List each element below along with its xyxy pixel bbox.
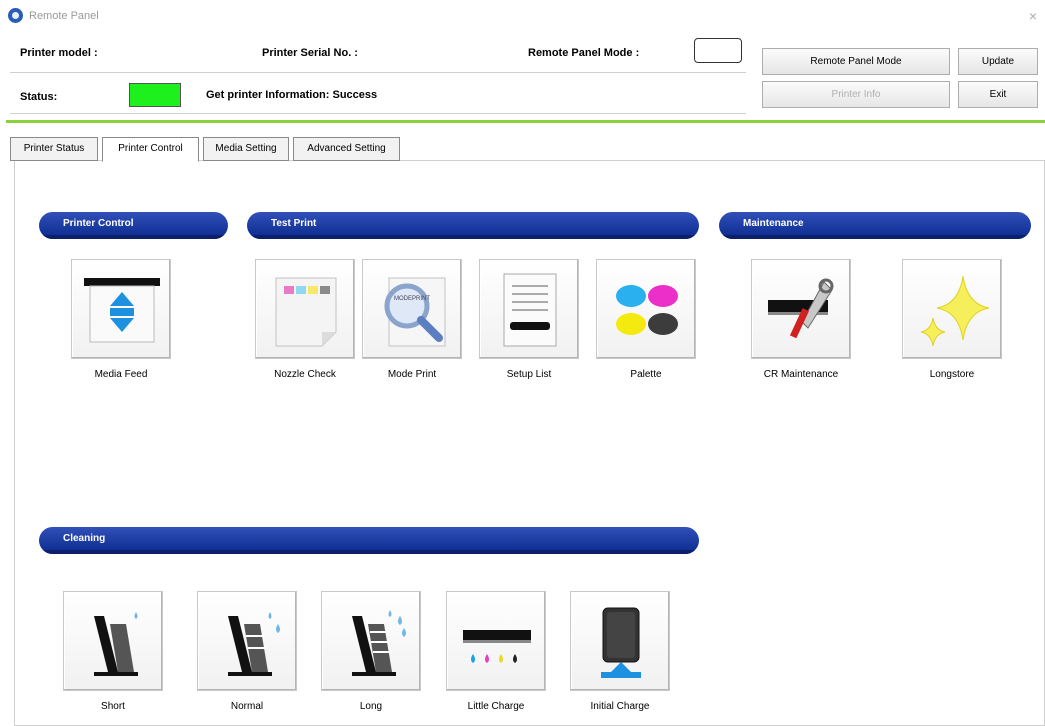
little-charge-button[interactable] — [446, 591, 546, 691]
nozzle-check-icon — [275, 277, 337, 347]
printer-serial-label: Printer Serial No. : — [262, 47, 358, 59]
remote-panel-mode-field — [694, 38, 742, 63]
initial-charge-button[interactable] — [570, 591, 670, 691]
accent-divider — [6, 120, 1045, 123]
section-cleaning: Cleaning — [39, 527, 699, 554]
setup-list-caption: Setup List — [506, 369, 552, 380]
mode-print-button[interactable]: MODEPRINT — [362, 259, 462, 359]
exit-button[interactable]: Exit — [958, 81, 1038, 108]
cleaning-normal-icon — [228, 612, 280, 676]
printer-model-label: Printer model : — [20, 47, 98, 59]
tab-printer-control[interactable]: Printer Control — [102, 137, 199, 162]
status-label: Status: — [20, 91, 58, 103]
sparkle-icon — [920, 275, 990, 347]
section-maintenance: Maintenance — [719, 212, 1031, 239]
update-button[interactable]: Update — [958, 48, 1038, 75]
tab-printer-status[interactable]: Printer Status — [10, 137, 98, 161]
media-feed-caption: Media Feed — [94, 369, 148, 380]
header-divider — [10, 72, 746, 73]
media-feed-button[interactable] — [71, 259, 171, 359]
nozzle-check-button[interactable] — [255, 259, 355, 359]
setup-list-button[interactable] — [479, 259, 579, 359]
printer-info-button[interactable]: Printer Info — [762, 81, 950, 108]
remote-panel-window: Remote Panel × Printer model : Printer S… — [0, 0, 1045, 726]
cr-maintenance-icon — [768, 278, 834, 339]
short-cleaning-button[interactable] — [63, 591, 163, 691]
status-message: Get printer Information: Success — [206, 89, 378, 101]
initial-charge-caption: Initial Charge — [590, 701, 650, 712]
section-test-print: Test Print — [247, 212, 699, 239]
cleaning-short-icon — [94, 612, 138, 676]
long-cleaning-button[interactable] — [321, 591, 421, 691]
tab-media-setting[interactable]: Media Setting — [203, 137, 289, 161]
cleaning-long-icon — [352, 610, 406, 676]
nozzle-check-caption: Nozzle Check — [274, 369, 336, 380]
status-indicator — [129, 83, 181, 107]
normal-cleaning-button[interactable] — [197, 591, 297, 691]
section-printer-control: Printer Control — [39, 212, 228, 239]
title-bar: Remote Panel × — [0, 0, 1045, 34]
palette-button[interactable] — [596, 259, 696, 359]
remote-panel-mode-button[interactable]: Remote Panel Mode — [762, 48, 950, 75]
close-button[interactable]: × — [1025, 8, 1041, 24]
header-divider-bottom — [10, 113, 746, 114]
setup-list-icon — [503, 273, 557, 347]
long-caption: Long — [359, 701, 383, 712]
app-icon — [8, 8, 23, 23]
cr-maintenance-caption: CR Maintenance — [763, 369, 839, 380]
mode-print-icon-text: MODEPRINT — [394, 296, 430, 302]
mode-print-caption: Mode Print — [387, 369, 437, 380]
tab-advanced-setting[interactable]: Advanced Setting — [293, 137, 400, 161]
longstore-button[interactable] — [902, 259, 1002, 359]
short-caption: Short — [101, 701, 125, 712]
printer-control-panel: Printer Control Test Print Maintenance M… — [14, 160, 1045, 726]
remote-panel-mode-label: Remote Panel Mode : — [528, 47, 640, 59]
cr-maintenance-button[interactable] — [751, 259, 851, 359]
palette-icon — [616, 285, 678, 335]
media-feed-icon — [84, 278, 160, 343]
initial-charge-icon — [601, 607, 641, 678]
longstore-caption: Longstore — [929, 369, 975, 380]
window-title: Remote Panel — [29, 10, 99, 22]
normal-caption: Normal — [230, 701, 264, 712]
little-charge-caption: Little Charge — [467, 701, 525, 712]
palette-caption: Palette — [630, 369, 662, 380]
mode-print-icon: MODEPRINT — [384, 277, 446, 347]
little-charge-icon — [463, 630, 531, 663]
